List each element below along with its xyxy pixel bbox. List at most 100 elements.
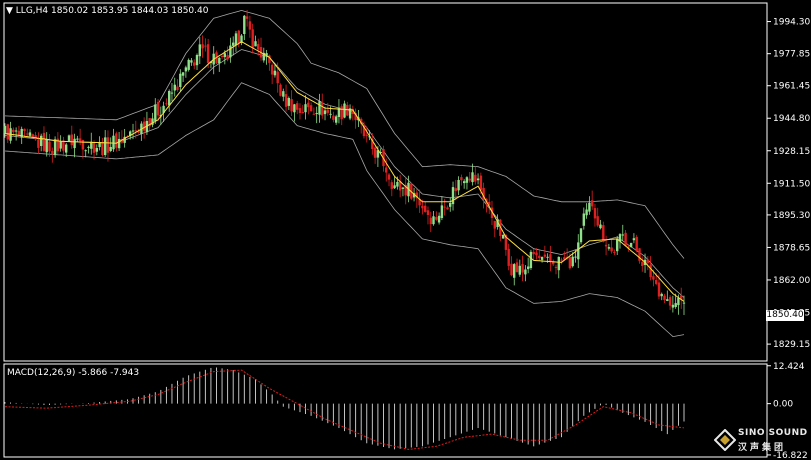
candle-body: [476, 178, 480, 181]
candle-body: [218, 57, 221, 64]
candle-body: [254, 41, 257, 47]
candle-body: [560, 259, 563, 261]
price-tick-label: 1944.80: [773, 114, 810, 124]
candle-body: [95, 148, 98, 152]
candle-body: [42, 132, 46, 151]
candle-body: [674, 303, 677, 307]
candle-body: [501, 235, 505, 239]
candle-body: [14, 130, 18, 132]
candle-body: [109, 147, 112, 151]
candle-body: [593, 208, 597, 219]
candle-body: [426, 210, 430, 215]
candle-body: [421, 206, 424, 209]
candle-body: [198, 44, 201, 57]
candle-body: [613, 252, 616, 254]
chart-canvas[interactable]: 1994.30 1977.85 1961.45 1944.80 1928.15 1911.…: [0, 0, 811, 460]
bollinger-upper: [4, 9, 685, 259]
candle-body: [518, 265, 521, 275]
candle-body: [301, 112, 304, 114]
candle-body: [332, 115, 335, 120]
candle-body: [131, 130, 135, 132]
candle-body: [424, 205, 427, 212]
candle-body: [206, 44, 210, 63]
candle-body: [170, 92, 174, 94]
price-tick-label: 1878.65: [773, 243, 810, 253]
candle-body: [273, 70, 277, 76]
candle-body: [596, 216, 599, 226]
candle-body: [12, 129, 15, 133]
candle-body: [290, 99, 293, 112]
price-tick-label: 1829.15: [773, 340, 810, 350]
candle-body: [440, 205, 444, 218]
candle-body: [649, 264, 652, 278]
candle-body: [106, 137, 110, 153]
price-tick-label: 1862.00: [773, 276, 810, 286]
candle-body: [142, 121, 146, 131]
candle-body: [134, 130, 137, 132]
candle-body: [616, 239, 619, 252]
candle-body: [451, 187, 455, 205]
candle-body: [31, 134, 34, 137]
candle-body: [463, 181, 466, 184]
price-tick-label: 1895.30: [773, 211, 810, 221]
candle-body: [257, 44, 260, 50]
candle-body: [604, 244, 608, 247]
current-price-label: 1850.40: [766, 310, 804, 321]
price-tick-label: 1911.50: [773, 179, 810, 189]
candle-body: [513, 264, 516, 278]
candle-body: [607, 247, 611, 249]
candle-body: [232, 42, 235, 46]
candle-body: [474, 174, 477, 182]
candle-body: [557, 256, 560, 271]
candle-body: [646, 259, 649, 264]
candle-body: [460, 177, 463, 181]
candle-body: [78, 138, 82, 142]
candle-body: [527, 266, 530, 270]
candle-body: [3, 125, 7, 134]
candle-body: [540, 256, 544, 260]
candle-body: [296, 103, 299, 110]
candle-body: [435, 217, 438, 220]
candle-body: [446, 207, 449, 210]
symbol-line: LLG,H4 1850.02 1853.95 1844.03 1850.40: [15, 6, 209, 16]
candle-body: [329, 113, 332, 115]
candle-body: [493, 221, 496, 229]
candle-body: [115, 133, 118, 148]
candle-body: [73, 138, 76, 149]
candle-body: [251, 29, 254, 48]
candle-body: [585, 209, 588, 216]
candle-body: [365, 134, 368, 136]
dropdown-triangle-icon[interactable]: ▼: [6, 6, 13, 16]
candle-body: [243, 15, 246, 35]
candle-body: [190, 60, 193, 63]
candle-body: [181, 72, 185, 76]
candle-body: [312, 113, 316, 115]
candle-body: [248, 21, 252, 30]
bollinger-lower: [4, 82, 685, 338]
candle-body: [229, 45, 232, 58]
candle-body: [309, 105, 313, 112]
candle-body: [629, 242, 633, 248]
macd-tick-label: 12.424: [773, 362, 805, 372]
ma-line: [4, 41, 685, 302]
candle-body: [343, 103, 346, 118]
candle-body: [28, 132, 32, 136]
candle-body: [70, 134, 73, 146]
candle-body: [621, 234, 624, 236]
candle-body: [340, 106, 343, 120]
candle-body: [204, 45, 207, 47]
candle-body: [521, 264, 524, 273]
candle-body: [335, 116, 338, 123]
candle-body: [657, 282, 661, 297]
candle-body: [318, 101, 321, 115]
candle-body: [92, 142, 96, 153]
candle-body: [201, 44, 204, 49]
candle-body: [571, 256, 574, 267]
candle-body: [173, 84, 176, 91]
candle-body: [465, 177, 469, 183]
candle-body: [449, 203, 452, 207]
candle-body: [223, 53, 226, 58]
candle-body: [87, 146, 90, 148]
candle-body: [26, 133, 29, 135]
candle-body: [568, 257, 572, 269]
